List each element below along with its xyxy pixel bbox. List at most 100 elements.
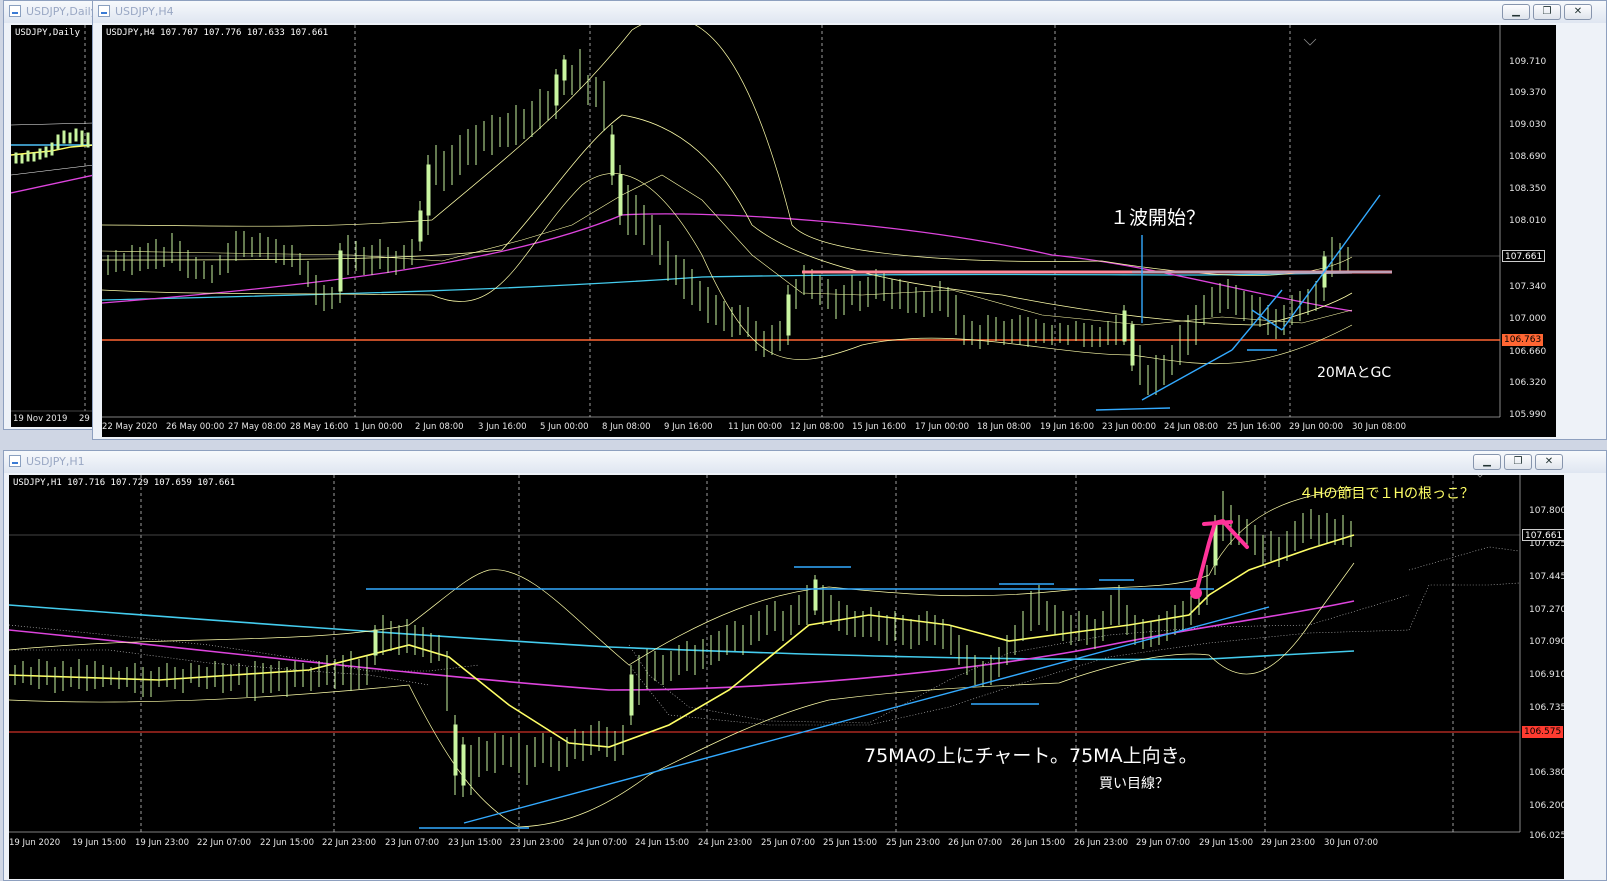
h1-titlebar[interactable]: USDJPY,H1 ▁ ❐ ✕ — [4, 451, 1606, 473]
daily-x-label: 19 Nov 2019 — [13, 414, 67, 424]
h4-titlebar[interactable]: USDJPY,H4 ▁ ❐ ✕ — [93, 1, 1606, 23]
h4-x-label: 27 May 08:00 — [228, 422, 286, 432]
h4-x-label: 5 Jun 00:00 — [540, 422, 589, 432]
daily-window-title: USDJPY,Daily — [26, 5, 98, 18]
h1-chart-svg: 107.800 107.625 107.445 107.270 107.090 … — [9, 475, 1564, 848]
daily-titlebar[interactable]: USDJPY,Daily — [4, 1, 99, 23]
h4-y-label: 106.660 — [1509, 347, 1546, 357]
h4-x-label: 22 May 2020 — [102, 422, 157, 432]
h4-x-label: 15 Jun 16:00 — [852, 422, 906, 432]
close-icon: ✕ — [1573, 6, 1583, 17]
h1-level-price-tag: 106.575 — [1522, 726, 1564, 738]
h1-x-label: 29 Jun 23:00 — [1261, 838, 1315, 848]
h4-y-label: 108.350 — [1509, 184, 1546, 194]
h1-current-price-tag: 107.661 — [1522, 529, 1564, 541]
h1-sub-annotation: 買い目線？ — [1099, 776, 1169, 792]
restore-icon: ❐ — [1542, 6, 1552, 17]
h4-y-label: 109.030 — [1509, 120, 1546, 130]
h1-y-axis: 107.800 107.625 107.445 107.270 107.090 … — [1529, 506, 1564, 841]
h1-x-label: 22 Jun 23:00 — [322, 838, 376, 848]
h4-x-label: 8 Jun 08:00 — [602, 422, 651, 432]
h1-x-label: 22 Jun 15:00 — [260, 838, 314, 848]
h4-window-title: USDJPY,H4 — [115, 5, 174, 18]
h4-y-label: 109.710 — [1509, 57, 1546, 67]
h1-x-label: 23 Jun 07:00 — [385, 838, 439, 848]
h4-x-label: 25 Jun 16:00 — [1227, 422, 1281, 432]
h1-x-label: 24 Jun 15:00 — [635, 838, 689, 848]
h4-x-label: 24 Jun 08:00 — [1164, 422, 1218, 432]
h1-plot-area[interactable]: USDJPY,H1 107.716 107.729 107.659 107.66… — [9, 475, 1564, 879]
h1-y-label: 107.445 — [1529, 572, 1564, 582]
chart-window-icon — [9, 5, 21, 17]
chart-window-icon — [9, 455, 21, 467]
h1-x-label: 22 Jun 07:00 — [197, 838, 251, 848]
h1-y-label: 107.270 — [1529, 605, 1564, 615]
restore-button[interactable]: ❐ — [1533, 4, 1561, 20]
h4-y-label: 109.370 — [1509, 88, 1546, 98]
h4-x-label: 19 Jun 16:00 — [1040, 422, 1094, 432]
h4-wave-annotation: １波開始？ — [1110, 207, 1206, 229]
h1-x-label: 23 Jun 23:00 — [510, 838, 564, 848]
h4-x-label: 2 Jun 08:00 — [415, 422, 464, 432]
h1-x-label: 19 Jun 2020 — [9, 838, 60, 848]
h1-y-label: 106.735 — [1529, 703, 1564, 713]
h1-top-annotation: ４Hの節目で１Hの根っこ？ — [1299, 486, 1475, 502]
h4-x-label: 28 May 16:00 — [290, 422, 348, 432]
h4-chart-window[interactable]: USDJPY,H4 ▁ ❐ ✕ USDJPY,H4 107.707 107.77… — [92, 0, 1607, 440]
h1-x-label: 26 Jun 07:00 — [948, 838, 1002, 848]
h4-ma-cyan — [102, 272, 1353, 301]
h1-pink-arrow — [1190, 519, 1249, 599]
h4-x-label: 9 Jun 16:00 — [664, 422, 713, 432]
h4-plot-area[interactable]: USDJPY,H4 107.707 107.776 107.633 107.66… — [102, 25, 1556, 437]
h1-x-label: 29 Jun 15:00 — [1199, 838, 1253, 848]
h1-y-label: 107.090 — [1529, 637, 1564, 647]
h1-x-label: 25 Jun 07:00 — [761, 838, 815, 848]
h4-x-label: 30 Jun 08:00 — [1352, 422, 1406, 432]
h1-x-label: 24 Jun 23:00 — [698, 838, 752, 848]
minimize-button[interactable]: ▁ — [1502, 4, 1530, 20]
h1-x-label: 19 Jun 15:00 — [72, 838, 126, 848]
h4-x-label: 12 Jun 08:00 — [790, 422, 844, 432]
restore-button[interactable]: ❐ — [1504, 454, 1532, 470]
h1-x-label: 24 Jun 07:00 — [573, 838, 627, 848]
h1-y-label: 106.025 — [1529, 831, 1564, 841]
minimize-icon: ▁ — [1512, 6, 1520, 17]
h4-y-label: 108.010 — [1509, 216, 1546, 226]
h1-window-title: USDJPY,H1 — [26, 455, 85, 468]
daily-chart-window[interactable]: USDJPY,Daily USDJPY,Daily 19 Nov 2019 29… — [3, 0, 100, 430]
h1-chart-window[interactable]: USDJPY,H1 ▁ ❐ ✕ USDJPY,H1 107.716 107.72… — [3, 450, 1607, 881]
h4-x-label: 17 Jun 00:00 — [915, 422, 969, 432]
h1-ma-yellow — [9, 534, 1355, 748]
h1-x-label: 26 Jun 15:00 — [1011, 838, 1065, 848]
close-button[interactable]: ✕ — [1535, 454, 1563, 470]
h4-x-label: 3 Jun 16:00 — [478, 422, 527, 432]
restore-icon: ❐ — [1513, 456, 1523, 467]
h4-x-axis: 22 May 2020 26 May 00:00 27 May 08:00 28… — [102, 422, 1406, 432]
h1-x-label: 19 Jun 23:00 — [135, 838, 189, 848]
close-button[interactable]: ✕ — [1564, 4, 1592, 20]
h4-y-label: 108.690 — [1509, 152, 1546, 162]
h4-y-label: 105.990 — [1509, 410, 1546, 420]
h4-y-axis: 109.710 109.370 109.030 108.690 108.350 … — [1509, 57, 1546, 420]
h1-x-axis: 19 Jun 2020 19 Jun 15:00 19 Jun 23:00 22… — [9, 838, 1378, 848]
h1-x-label: 26 Jun 23:00 — [1074, 838, 1128, 848]
minimize-icon: ▁ — [1483, 456, 1491, 467]
h4-y-label: 107.000 — [1509, 314, 1546, 324]
daily-chart-svg: 19 Nov 2019 29 N — [11, 25, 94, 424]
h4-gc-annotation: 20MAとGC — [1317, 365, 1392, 381]
h1-x-label: 25 Jun 15:00 — [823, 838, 877, 848]
h4-x-label: 18 Jun 08:00 — [977, 422, 1031, 432]
chart-window-icon — [98, 5, 110, 17]
h4-x-label: 26 May 00:00 — [166, 422, 224, 432]
h4-x-label: 1 Jun 00:00 — [354, 422, 403, 432]
close-icon: ✕ — [1544, 456, 1554, 467]
h4-x-label: 11 Jun 00:00 — [728, 422, 782, 432]
daily-plot-area[interactable]: USDJPY,Daily 19 Nov 2019 29 N — [11, 25, 94, 427]
h1-y-label: 106.200 — [1529, 801, 1564, 811]
minimize-button[interactable]: ▁ — [1473, 454, 1501, 470]
h1-y-label: 106.380 — [1529, 768, 1564, 778]
h4-y-label: 106.320 — [1509, 378, 1546, 388]
h1-y-label: 107.800 — [1529, 506, 1564, 516]
h4-x-label: 23 Jun 00:00 — [1102, 422, 1156, 432]
h4-x-label: 29 Jun 00:00 — [1289, 422, 1343, 432]
